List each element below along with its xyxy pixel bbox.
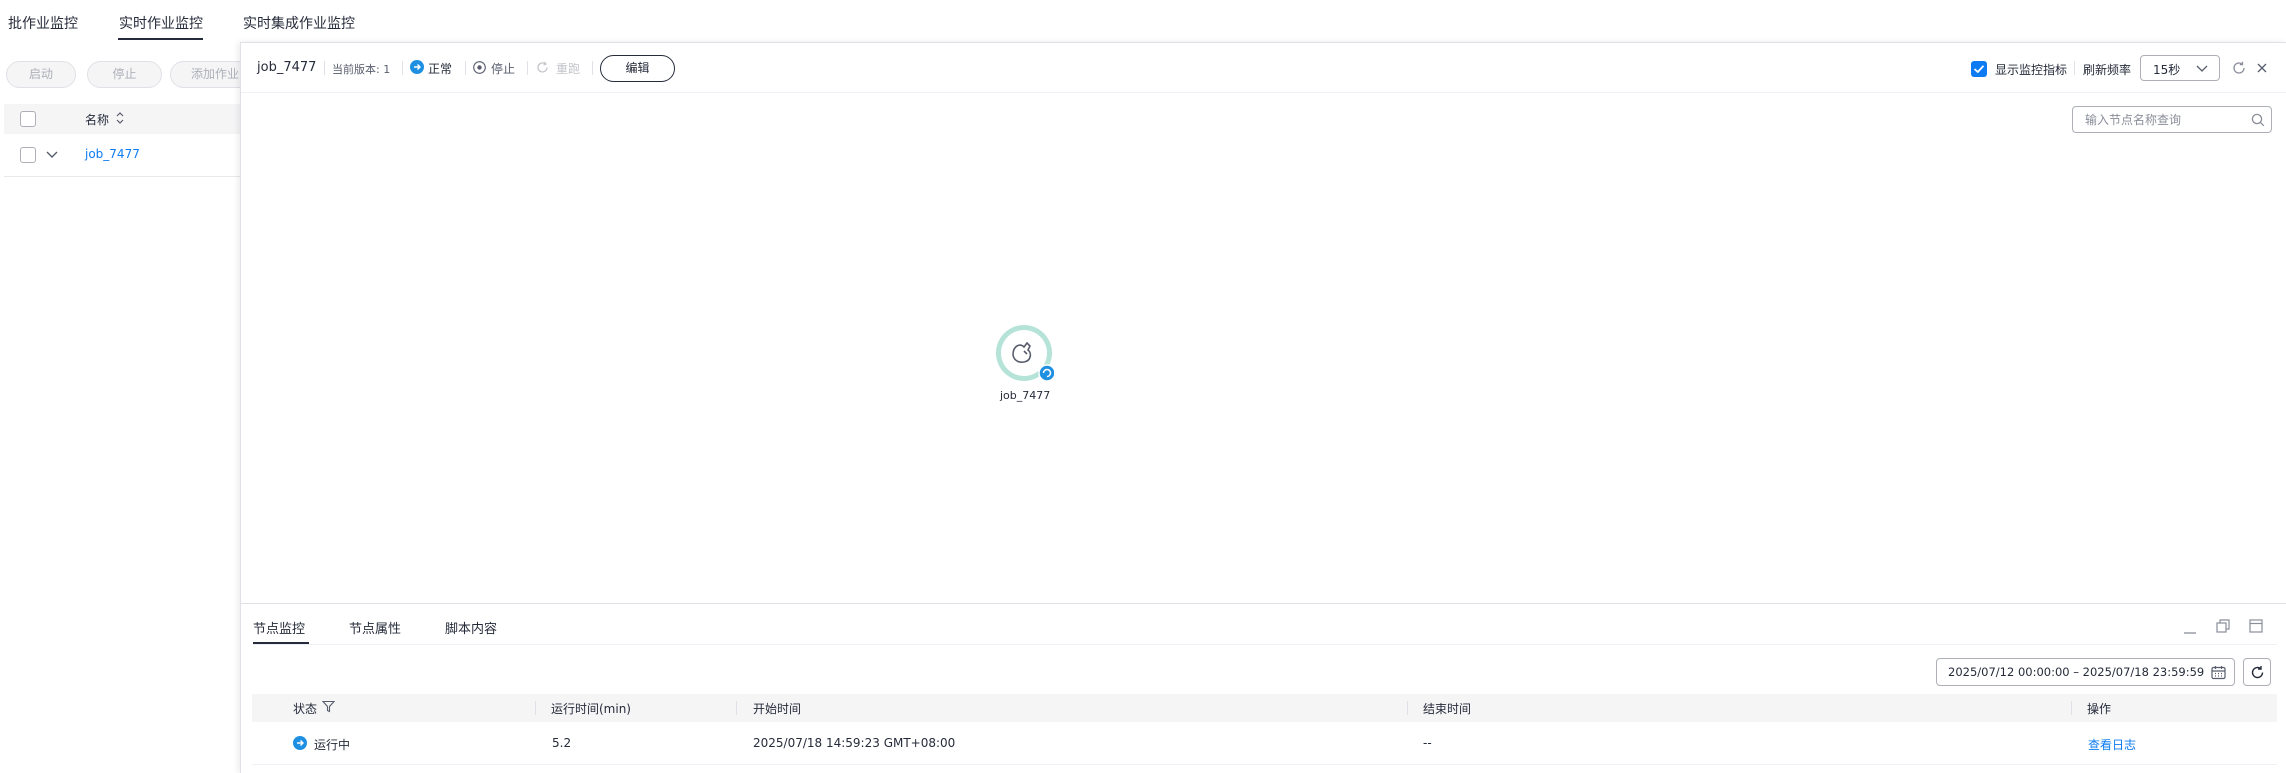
show-metrics-label: 显示监控指标	[1995, 63, 2068, 77]
tab-script-content[interactable]: 脚本内容	[445, 618, 497, 637]
show-metrics-checkbox[interactable]	[1971, 61, 1987, 81]
divider	[592, 61, 593, 75]
column-header-run-time: 运行时间(min)	[551, 702, 631, 716]
row-start-time: 2025/07/18 14:59:23 GMT+08:00	[753, 736, 956, 750]
sort-icon[interactable]	[114, 110, 126, 130]
status-running-icon	[410, 60, 424, 78]
rerun-icon	[536, 61, 549, 78]
column-header-status: 状态	[293, 702, 318, 716]
chevron-down-icon	[2195, 63, 2209, 78]
start-button[interactable]: 启动	[6, 61, 76, 88]
status-running-icon	[293, 736, 307, 754]
row-run-time: 5.2	[552, 736, 572, 750]
refresh-frequency-select[interactable]: 15秒	[2140, 55, 2220, 81]
table-refresh-button[interactable]	[2243, 658, 2271, 686]
select-all-checkbox[interactable]	[20, 111, 36, 127]
minimize-icon[interactable]	[2183, 624, 2197, 639]
filter-icon[interactable]	[321, 700, 336, 717]
row-end-time: --	[1423, 736, 1432, 750]
job-node-label: job_7477	[1000, 389, 1051, 402]
bottom-panel-divider	[241, 603, 2286, 604]
column-divider	[2071, 701, 2072, 715]
node-search-box	[2072, 106, 2272, 133]
status-text: 正常	[428, 62, 453, 76]
active-tab-indicator	[118, 38, 203, 40]
top-tab-bar: 批作业监控 实时作业监控 实时集成作业监控	[0, 0, 2286, 44]
divider	[2074, 61, 2075, 75]
stop-button[interactable]: 停止	[87, 61, 162, 88]
column-divider	[535, 701, 536, 715]
edit-button[interactable]: 编辑	[600, 55, 675, 82]
stop-circle-icon[interactable]	[473, 61, 486, 78]
current-version: 当前版本: 1	[332, 63, 391, 76]
job-title: job_7477	[257, 60, 317, 75]
column-divider	[736, 701, 737, 715]
node-search-input[interactable]	[2085, 112, 2245, 128]
divider	[324, 61, 325, 75]
column-divider	[1407, 701, 1408, 715]
divider	[465, 61, 466, 75]
row-checkbox[interactable]	[20, 147, 36, 163]
refresh-frequency-value: 15秒	[2153, 63, 2181, 77]
row-status: 运行中	[314, 738, 351, 752]
stop-action[interactable]: 停止	[491, 60, 515, 77]
chevron-down-icon[interactable]	[45, 149, 59, 165]
close-icon[interactable]	[2256, 62, 2268, 78]
tab-node-monitor[interactable]: 节点监控	[253, 618, 305, 637]
bottom-tabs-divider	[252, 644, 2277, 645]
date-range-picker[interactable]: 2025/07/12 00:00:00 – 2025/07/18 23:59:5…	[1936, 658, 2235, 686]
restore-icon[interactable]	[2216, 619, 2230, 637]
date-range-value: 2025/07/12 00:00:00 – 2025/07/18 23:59:5…	[1948, 665, 2205, 679]
refresh-frequency-label: 刷新频率	[2083, 63, 2132, 77]
tab-node-properties[interactable]: 节点属性	[349, 618, 401, 637]
divider	[402, 61, 403, 75]
maximize-icon[interactable]	[2249, 619, 2263, 637]
search-icon[interactable]	[2251, 113, 2265, 131]
view-log-link[interactable]: 查看日志	[2088, 736, 2136, 753]
row-divider	[252, 764, 2277, 765]
row-divider	[4, 176, 240, 177]
refresh-icon[interactable]	[2232, 61, 2246, 79]
rerun-action: 重跑	[556, 62, 581, 76]
divider	[527, 61, 528, 75]
job-name-link[interactable]: job_7477	[85, 147, 140, 161]
toolbar-divider	[241, 92, 2286, 93]
refresh-icon	[2250, 665, 2265, 684]
job-node[interactable]	[994, 323, 1056, 383]
calendar-icon[interactable]	[2211, 665, 2226, 684]
column-header-start-time: 开始时间	[753, 702, 802, 716]
column-header-end-time: 结束时间	[1423, 702, 1472, 716]
tab-realtime-integration-job-monitor[interactable]: 实时集成作业监控	[243, 13, 355, 33]
tab-batch-job-monitor[interactable]: 批作业监控	[8, 13, 78, 33]
name-column-header: 名称	[85, 113, 110, 127]
tab-realtime-job-monitor[interactable]: 实时作业监控	[119, 13, 203, 33]
column-header-action: 操作	[2087, 702, 2112, 716]
